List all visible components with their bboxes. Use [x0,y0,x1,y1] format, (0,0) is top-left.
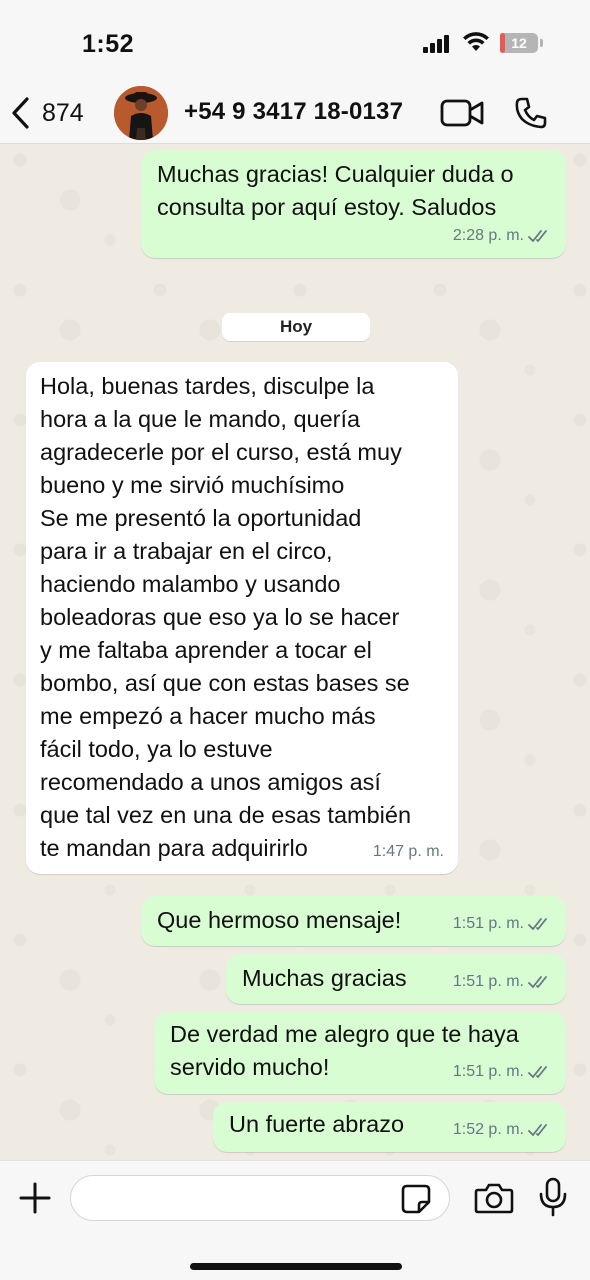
status-bar: 1:52 12 [0,0,590,82]
message-bubble-outgoing[interactable]: De verdad me alegro que te haya servido … [154,1012,566,1094]
status-time: 1:52 [82,30,135,58]
message-meta: 1:51 p. m. [453,965,552,998]
message-bubble-incoming[interactable]: Hola, buenas tardes, disculpe la hora a … [26,362,458,874]
message-meta: 1:51 p. m. [453,907,552,940]
message-time: 1:47 p. m. [372,843,444,860]
message-bubble-outgoing[interactable]: Un fuerte abrazo 1:52 p. m. [213,1102,566,1152]
wifi-icon [463,32,489,51]
message-time: 1:51 p. m. [452,1063,524,1080]
avatar-photo [114,86,168,140]
battery-level-text: 12 [511,35,527,51]
message-time: 1:51 p. m. [452,973,524,990]
message-text: Hola, buenas tardes, disculpe la hora a … [40,373,412,861]
phone-icon[interactable] [514,96,548,130]
plus-icon[interactable] [18,1181,52,1215]
message-bubble-outgoing[interactable]: Muchas gracias! Cualquier duda o consult… [141,150,566,258]
message-time: 1:52 p. m. [452,1121,524,1138]
signal-icon [423,35,449,53]
back-button[interactable]: 874 [10,94,84,132]
contact-name[interactable]: +54 9 3417 18-0137 [184,98,403,126]
camera-icon[interactable] [474,1181,514,1215]
message-time: 1:51 p. m. [452,915,524,932]
message-meta: 1:47 p. m. [373,835,444,868]
microphone-icon[interactable] [538,1177,568,1217]
message-meta: 2:28 p. m. [453,219,552,252]
read-ticks-icon [528,1065,547,1078]
message-meta: 1:52 p. m. [453,1113,552,1146]
message-bubble-outgoing[interactable]: Que hermoso mensaje! 1:51 p. m. [141,896,566,946]
date-divider: Hoy [222,313,370,341]
read-ticks-icon [528,917,547,930]
home-indicator [190,1263,402,1270]
battery-nub [540,39,543,47]
chat-header: 874 +54 9 3417 18-0137 [0,82,590,144]
video-camera-icon[interactable] [440,98,484,128]
message-time: 2:28 p. m. [452,227,524,244]
unread-count: 874 [42,98,84,127]
message-meta: 1:51 p. m. [453,1055,552,1088]
read-ticks-icon [528,229,547,242]
chevron-left-icon [12,97,29,129]
message-composer [0,1160,590,1280]
avatar[interactable] [114,86,168,140]
message-bubble-outgoing[interactable]: Muchas gracias 1:51 p. m. [226,954,566,1004]
battery-icon: 12 [500,33,538,53]
message-text: Muchas gracias! Cualquier duda o consult… [157,161,514,220]
read-ticks-icon [528,1123,547,1136]
message-input[interactable] [70,1175,450,1221]
sticker-icon[interactable] [400,1183,432,1215]
read-ticks-icon [528,975,547,988]
